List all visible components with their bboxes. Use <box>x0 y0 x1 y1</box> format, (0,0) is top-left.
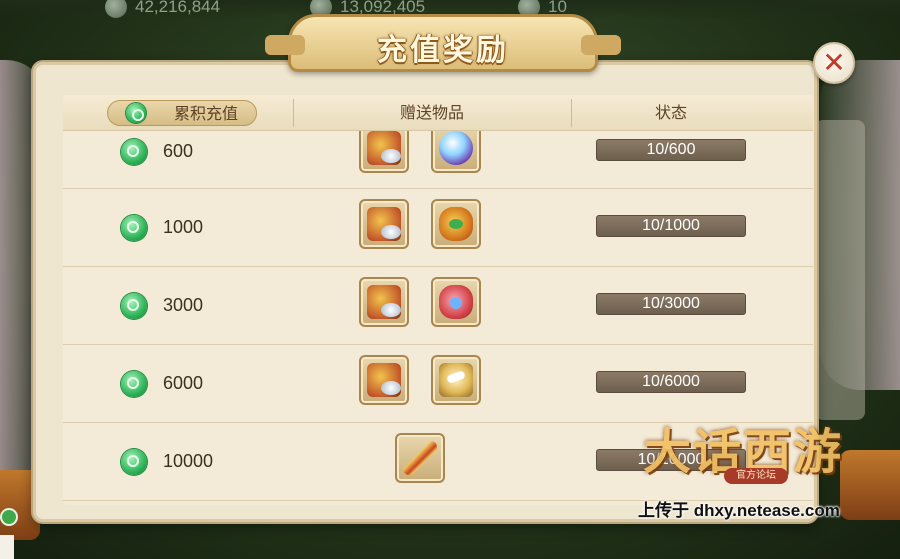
dialog-title: 充值奖励 <box>377 33 509 68</box>
silver-bag-icon <box>367 207 401 241</box>
title-banner: 充值奖励 <box>265 14 621 72</box>
close-icon: ✕ <box>822 46 846 79</box>
hud-value: 42,216,844 <box>135 0 221 16</box>
table-row: 600 10/600 <box>63 131 813 189</box>
hud-currency-1: 42,216,844 <box>105 0 220 18</box>
jade-icon <box>126 103 146 123</box>
silver-bag-icon <box>367 131 401 165</box>
reward-item[interactable] <box>395 433 445 483</box>
edge-fragment <box>0 535 14 559</box>
jade-icon <box>121 449 147 475</box>
reward-item[interactable] <box>359 131 409 173</box>
status-progress: 10/6000 <box>596 371 746 393</box>
status-progress: 10/3000 <box>596 293 746 315</box>
crystal-orb-icon <box>439 131 473 165</box>
reward-item[interactable] <box>431 355 481 405</box>
status-progress: 10/600 <box>596 139 746 161</box>
row-amount: 6000 <box>163 373 204 393</box>
reward-item[interactable] <box>431 199 481 249</box>
silver-bag-icon <box>367 285 401 319</box>
table-row: 1000 10/1000 <box>63 189 813 267</box>
watermark-upload-text: 上传于 dhxy.netease.com <box>638 501 840 520</box>
background-side-panel <box>815 120 865 420</box>
header-status: 状态 <box>654 103 687 122</box>
header-cumulative-recharge: 累积充值 <box>174 104 239 123</box>
row-amount: 3000 <box>163 295 204 315</box>
red-gift-bag-icon <box>439 285 473 319</box>
jade-icon <box>121 293 147 319</box>
reward-item[interactable] <box>431 131 481 173</box>
header-gift-items: 赠送物品 <box>399 103 464 122</box>
golden-dragon-icon <box>439 363 473 397</box>
reward-item[interactable] <box>359 277 409 327</box>
header-pill: 累积充值 <box>107 100 257 126</box>
coin-icon <box>105 0 127 18</box>
silver-bag-icon <box>367 363 401 397</box>
table-row: 3000 10/3000 <box>63 267 813 345</box>
forum-watermark-logo: 大话西游 官方论坛 <box>628 412 858 488</box>
reward-item[interactable] <box>431 277 481 327</box>
jade-icon <box>121 215 147 241</box>
reward-item[interactable] <box>359 355 409 405</box>
lucky-bag-icon <box>439 207 473 241</box>
reward-item[interactable] <box>359 199 409 249</box>
status-progress: 10/1000 <box>596 215 746 237</box>
jade-icon <box>121 371 147 397</box>
row-amount: 600 <box>163 141 194 161</box>
jade-icon <box>0 508 18 526</box>
table-header: 累积充值 赠送物品 状态 <box>63 95 813 131</box>
row-amount: 10000 <box>163 451 214 471</box>
close-button[interactable]: ✕ <box>813 42 855 84</box>
watermark-logo-subtitle: 官方论坛 <box>724 468 788 484</box>
golden-spear-icon <box>403 441 437 475</box>
jade-icon <box>121 139 147 165</box>
row-amount: 1000 <box>163 217 204 237</box>
